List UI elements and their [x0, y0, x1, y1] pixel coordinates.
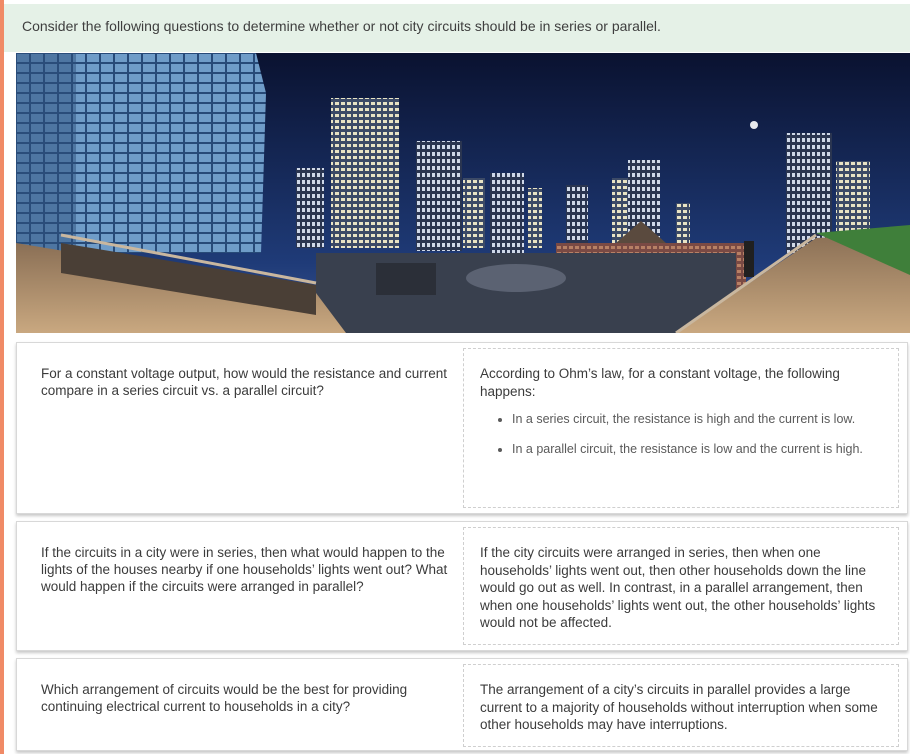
- instruction-banner: Consider the following questions to dete…: [4, 4, 910, 52]
- answer-intro: According to Ohm’s law, for a constant v…: [480, 366, 840, 399]
- qa-card-2: If the circuits in a city were in series…: [16, 521, 908, 651]
- answer-bullet: In a series circuit, the resistance is h…: [512, 408, 884, 430]
- answer-list: In a series circuit, the resistance is h…: [480, 408, 884, 460]
- question-text: Which arrangement of circuits would be t…: [41, 682, 408, 714]
- answer-panel: The arrangement of a city’s circuits in …: [463, 664, 899, 747]
- qa-card-3: Which arrangement of circuits would be t…: [16, 658, 908, 751]
- question-text: If the circuits in a city were in series…: [41, 545, 448, 594]
- question-text: For a constant voltage output, how would…: [41, 366, 447, 398]
- answer-bullet: In a parallel circuit, the resistance is…: [512, 438, 884, 460]
- instruction-text: Consider the following questions to dete…: [22, 18, 661, 34]
- qa-card-1: For a constant voltage output, how would…: [16, 342, 908, 514]
- accent-stripe: [0, 0, 4, 754]
- answer-panel: According to Ohm’s law, for a constant v…: [463, 348, 899, 508]
- city-panorama-image: [16, 53, 910, 333]
- answer-panel: If the city circuits were arranged in se…: [463, 527, 899, 645]
